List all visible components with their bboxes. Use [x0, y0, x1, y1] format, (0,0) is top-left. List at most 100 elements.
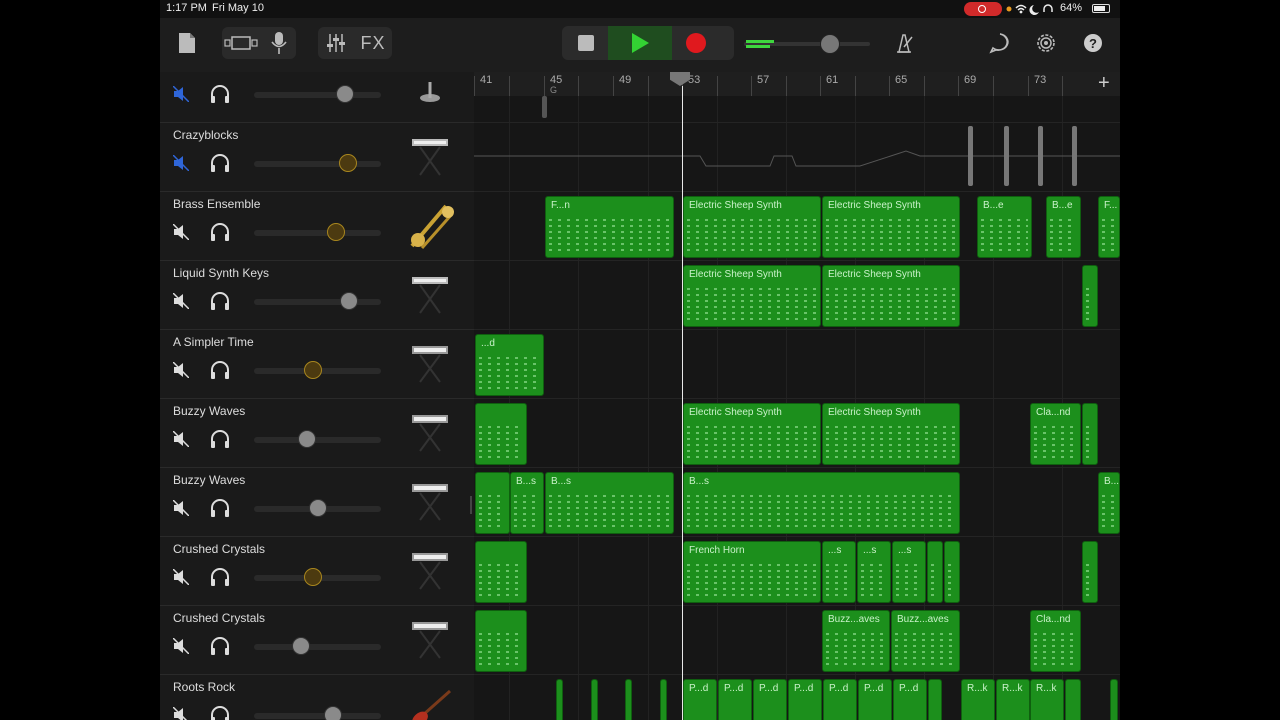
midi-region[interactable]: Buzz...aves: [822, 610, 890, 672]
midi-region[interactable]: ...s: [822, 541, 856, 603]
midi-region[interactable]: ...d: [475, 334, 544, 396]
midi-region[interactable]: B...s: [683, 472, 960, 534]
mute-icon[interactable]: [172, 361, 190, 383]
headphones-icon[interactable]: [210, 361, 230, 384]
headphones-icon[interactable]: [210, 223, 230, 246]
midi-region[interactable]: ...s: [892, 541, 926, 603]
midi-region[interactable]: F...n: [545, 196, 674, 258]
track-header[interactable]: Crazyblocks: [160, 123, 474, 192]
track-header-partial[interactable]: [160, 54, 474, 123]
headphones-icon[interactable]: [210, 430, 230, 453]
track-volume-knob[interactable]: [339, 154, 357, 172]
midi-region[interactable]: R...k: [961, 679, 995, 720]
mute-icon[interactable]: [172, 154, 190, 176]
track-header[interactable]: Liquid Synth Keys: [160, 261, 474, 330]
headphones-icon[interactable]: [210, 637, 230, 660]
track-volume-knob[interactable]: [340, 292, 358, 310]
track-volume-slider[interactable]: [254, 568, 381, 586]
track-volume-knob[interactable]: [324, 706, 342, 720]
mute-icon[interactable]: [172, 499, 190, 521]
region-stub[interactable]: [542, 96, 547, 118]
midi-region[interactable]: Electric Sheep Synth: [822, 403, 960, 465]
midi-region[interactable]: P...d: [718, 679, 752, 720]
midi-region[interactable]: [944, 541, 960, 603]
midi-region[interactable]: B...s: [545, 472, 674, 534]
midi-region[interactable]: [475, 403, 527, 465]
track-volume-slider[interactable]: [254, 361, 381, 379]
midi-region[interactable]: Cla...nd: [1030, 610, 1081, 672]
tracks-area[interactable]: F...n Electric Sheep Synth Electric Shee…: [474, 96, 1120, 720]
track-header[interactable]: Crushed Crystals: [160, 606, 474, 675]
midi-region[interactable]: [475, 541, 527, 603]
track-volume-knob[interactable]: [327, 223, 345, 241]
midi-region[interactable]: R...k: [1030, 679, 1064, 720]
midi-region[interactable]: [660, 679, 667, 720]
automation-curve[interactable]: [474, 146, 1120, 170]
midi-region[interactable]: Electric Sheep Synth: [822, 196, 960, 258]
mute-icon[interactable]: [172, 223, 190, 245]
midi-region[interactable]: [1082, 541, 1098, 603]
track-volume-slider[interactable]: [254, 430, 381, 448]
midi-region[interactable]: Electric Sheep Synth: [822, 265, 960, 327]
midi-region[interactable]: [475, 472, 510, 534]
track-volume-knob[interactable]: [336, 85, 354, 103]
midi-region[interactable]: P...d: [823, 679, 857, 720]
midi-region[interactable]: B...s: [510, 472, 544, 534]
midi-region[interactable]: Electric Sheep Synth: [683, 196, 821, 258]
midi-region[interactable]: R...k: [996, 679, 1030, 720]
midi-region[interactable]: [1065, 679, 1081, 720]
track-header[interactable]: Buzzy Waves: [160, 468, 474, 537]
midi-region[interactable]: [927, 541, 943, 603]
midi-region[interactable]: P...d: [858, 679, 892, 720]
automation-handle[interactable]: [1072, 126, 1077, 186]
track-volume-knob[interactable]: [298, 430, 316, 448]
midi-region[interactable]: F...: [1098, 196, 1120, 258]
track-volume-slider[interactable]: [254, 292, 381, 310]
track-volume-slider[interactable]: [254, 223, 381, 241]
headphones-icon[interactable]: [210, 499, 230, 522]
track-header[interactable]: Crushed Crystals: [160, 537, 474, 606]
track-volume-slider[interactable]: [254, 706, 381, 720]
midi-region[interactable]: P...d: [753, 679, 787, 720]
midi-region[interactable]: P...d: [788, 679, 822, 720]
headphones-icon[interactable]: [210, 568, 230, 591]
playhead-line[interactable]: [682, 86, 683, 720]
headphones-icon[interactable]: [210, 292, 230, 315]
track-volume-knob[interactable]: [304, 568, 322, 586]
midi-region[interactable]: [928, 679, 942, 720]
track-volume-knob[interactable]: [292, 637, 310, 655]
mute-icon[interactable]: [172, 85, 190, 107]
automation-handle[interactable]: [968, 126, 973, 186]
midi-region[interactable]: Electric Sheep Synth: [683, 265, 821, 327]
mute-icon[interactable]: [172, 430, 190, 452]
midi-region[interactable]: [591, 679, 598, 720]
headphones-icon[interactable]: [210, 154, 230, 177]
midi-region[interactable]: [1082, 265, 1098, 327]
track-header[interactable]: Roots Rock: [160, 675, 474, 720]
track-header[interactable]: Buzzy Waves: [160, 399, 474, 468]
track-volume-knob[interactable]: [304, 361, 322, 379]
mute-icon[interactable]: [172, 568, 190, 590]
track-header[interactable]: A Simpler Time: [160, 330, 474, 399]
midi-region[interactable]: ...s: [857, 541, 891, 603]
master-volume-knob[interactable]: [820, 34, 840, 54]
mute-icon[interactable]: [172, 637, 190, 659]
midi-region[interactable]: P...d: [683, 679, 717, 720]
headphones-icon[interactable]: [210, 706, 230, 720]
automation-handle[interactable]: [1004, 126, 1009, 186]
midi-region[interactable]: [1082, 403, 1098, 465]
automation-handle[interactable]: [1038, 126, 1043, 186]
mute-icon[interactable]: [172, 292, 190, 314]
header-resize-handle[interactable]: [470, 496, 472, 514]
midi-region[interactable]: B...e: [1046, 196, 1081, 258]
master-volume-slider[interactable]: [744, 34, 870, 54]
midi-region[interactable]: Cla...nd: [1030, 403, 1081, 465]
track-volume-knob[interactable]: [309, 499, 327, 517]
midi-region[interactable]: Electric Sheep Synth: [683, 403, 821, 465]
midi-region[interactable]: French Horn: [683, 541, 821, 603]
midi-region[interactable]: [475, 610, 527, 672]
midi-region[interactable]: B...e: [977, 196, 1032, 258]
track-header[interactable]: Brass Ensemble: [160, 192, 474, 261]
headphones-icon[interactable]: [210, 85, 230, 108]
midi-region[interactable]: Buzz...aves: [891, 610, 960, 672]
